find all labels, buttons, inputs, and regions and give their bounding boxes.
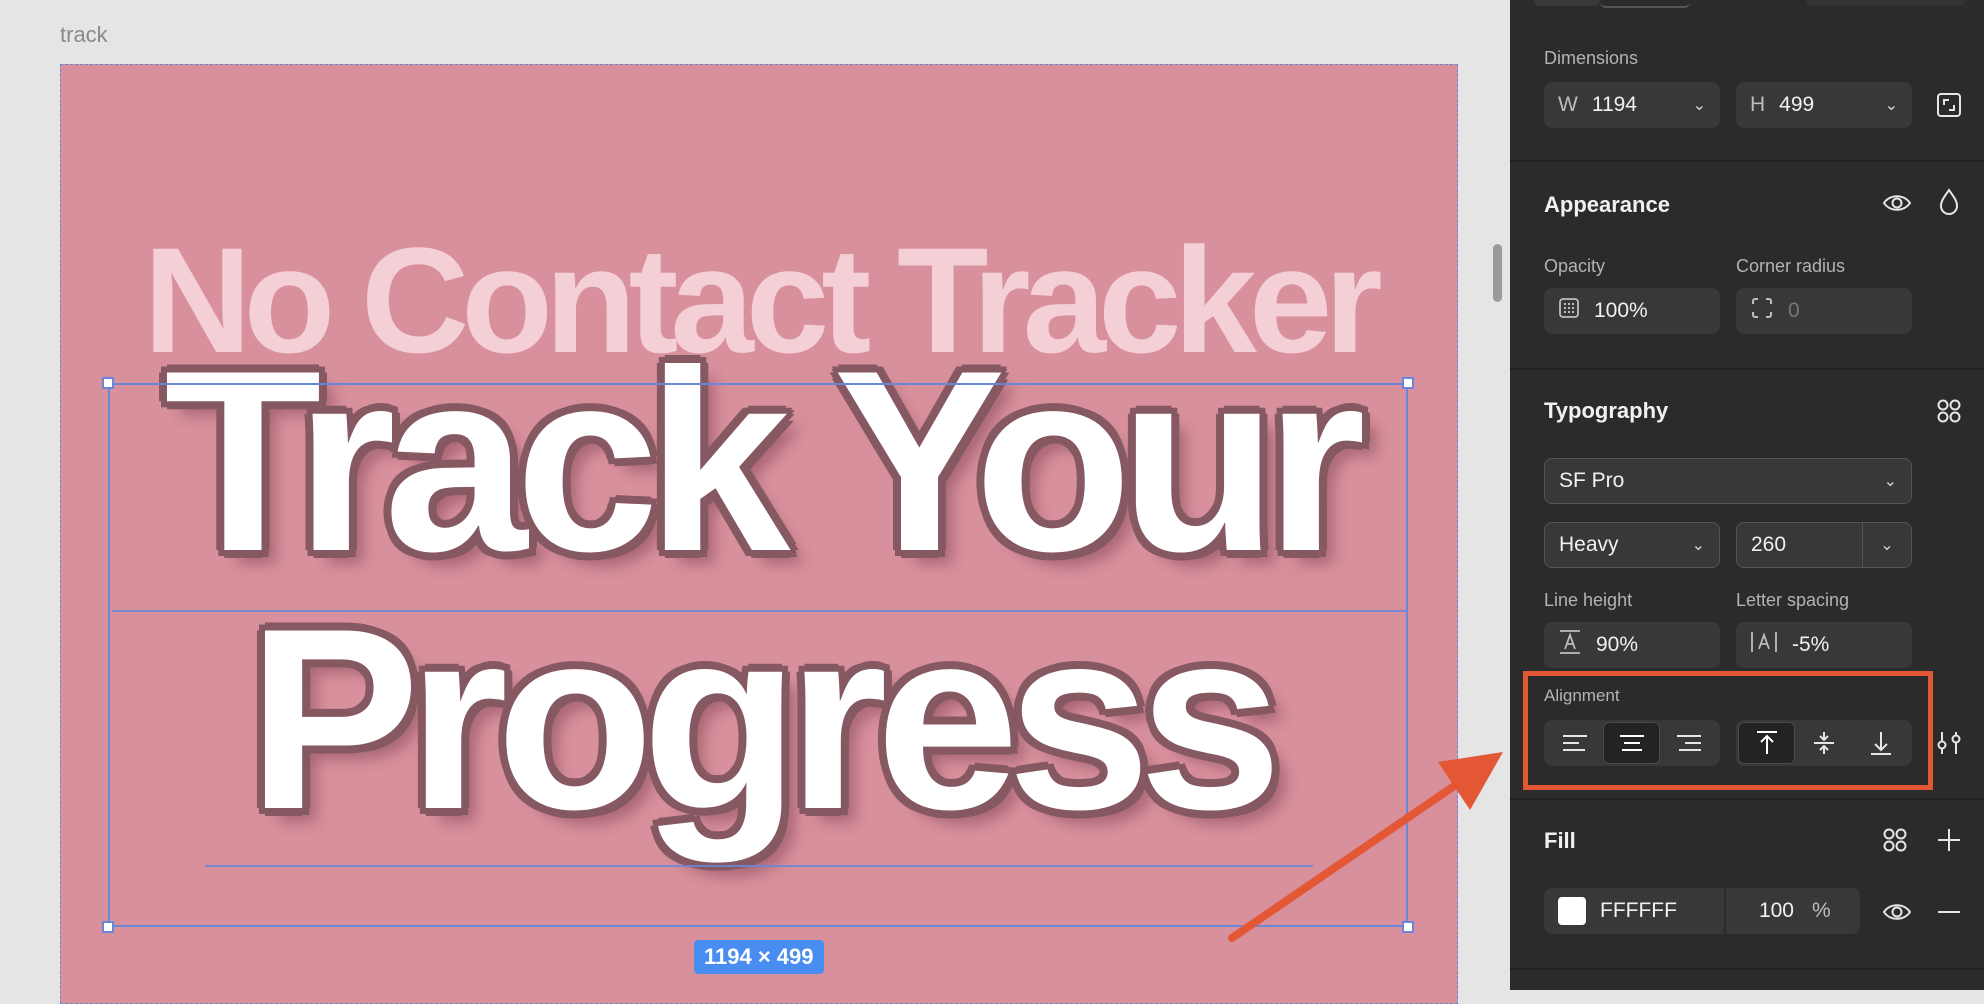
opacity-grid-icon bbox=[1558, 297, 1580, 325]
line-height-value: 90% bbox=[1596, 633, 1639, 656]
height-field[interactable]: H 499 ⌄ bbox=[1736, 82, 1912, 128]
letter-spacing-value: -5% bbox=[1792, 633, 1830, 656]
font-size-field[interactable]: 260 ⌄ bbox=[1736, 522, 1912, 568]
properties-panel: Dimensions W 1194 ⌄ H 499 ⌄ Appearance O… bbox=[1510, 0, 1984, 990]
resize-handle-top-left[interactable] bbox=[102, 377, 114, 389]
section-divider bbox=[1510, 798, 1984, 800]
remove-icon[interactable] bbox=[1934, 897, 1964, 927]
dimensions-label: Dimensions bbox=[1544, 48, 1639, 68]
chevron-down-icon[interactable]: ⌄ bbox=[1692, 535, 1705, 555]
panel-top-tabs bbox=[1510, 0, 1984, 18]
letter-spacing-field[interactable]: -5% bbox=[1736, 622, 1912, 668]
resize-constraints-icon[interactable] bbox=[1934, 90, 1964, 120]
font-weight-value: Heavy bbox=[1559, 533, 1619, 556]
corner-radius-icon bbox=[1750, 296, 1774, 326]
chevron-down-icon[interactable]: ⌄ bbox=[1884, 471, 1897, 491]
fill-color-swatch[interactable] bbox=[1558, 897, 1586, 925]
line-height-label: Line height bbox=[1544, 590, 1633, 610]
resize-handle-bottom-left[interactable] bbox=[102, 921, 114, 933]
typography-title: Typography bbox=[1544, 398, 1669, 423]
width-value: 1194 bbox=[1591, 93, 1637, 116]
letter-spacing-label: Letter spacing bbox=[1736, 590, 1850, 610]
alignment-highlight-box bbox=[1523, 671, 1933, 790]
styles-grid-icon[interactable] bbox=[1880, 825, 1910, 855]
section-divider bbox=[1510, 160, 1984, 162]
fill-title: Fill bbox=[1544, 828, 1576, 853]
fill-color-field[interactable]: FFFFFF 100 % bbox=[1544, 888, 1860, 934]
chevron-down-icon[interactable]: ⌄ bbox=[1885, 95, 1898, 115]
canvas-scrollbar[interactable] bbox=[1493, 244, 1502, 302]
baseline-guide bbox=[112, 610, 1407, 612]
opacity-label: Opacity bbox=[1544, 256, 1606, 276]
corner-radius-field[interactable]: 0 bbox=[1736, 288, 1912, 334]
width-prefix: W bbox=[1558, 93, 1578, 116]
opacity-field[interactable]: 100% bbox=[1544, 288, 1720, 334]
eye-icon[interactable] bbox=[1880, 897, 1914, 927]
tab-stub[interactable] bbox=[1534, 0, 1600, 6]
line-height-field[interactable]: 90% bbox=[1544, 622, 1720, 668]
tab-stub[interactable] bbox=[1806, 0, 1966, 6]
font-family-value: SF Pro bbox=[1559, 469, 1625, 492]
section-divider bbox=[1510, 368, 1984, 370]
font-family-select[interactable]: SF Pro ⌄ bbox=[1544, 458, 1912, 504]
resize-handle-bottom-right[interactable] bbox=[1402, 921, 1414, 933]
frame-label[interactable]: track bbox=[60, 22, 108, 48]
field-divider bbox=[1724, 888, 1726, 934]
fill-opacity-percent: % bbox=[1812, 899, 1831, 922]
size-badge: 1194 × 499 bbox=[694, 940, 824, 974]
height-value: 499 bbox=[1779, 93, 1815, 116]
width-field[interactable]: W 1194 ⌄ bbox=[1544, 82, 1720, 128]
opacity-value: 100% bbox=[1594, 299, 1648, 322]
fill-hex-value: FFFFFF bbox=[1600, 899, 1677, 922]
font-weight-select[interactable]: Heavy ⌄ bbox=[1544, 522, 1720, 568]
eye-icon[interactable] bbox=[1880, 188, 1914, 218]
headline-line-1[interactable]: Track Your bbox=[60, 328, 1458, 593]
height-prefix: H bbox=[1750, 93, 1766, 116]
text-settings-icon[interactable] bbox=[1934, 728, 1964, 758]
section-divider bbox=[1510, 968, 1984, 970]
design-canvas[interactable]: track No Contact Tracker Track Your Prog… bbox=[0, 0, 1510, 1004]
corner-radius-label: Corner radius bbox=[1736, 256, 1846, 276]
styles-grid-icon[interactable] bbox=[1934, 396, 1964, 426]
chevron-down-icon[interactable]: ⌄ bbox=[1862, 523, 1911, 567]
corner-radius-value: 0 bbox=[1788, 299, 1800, 322]
baseline-guide bbox=[205, 865, 1313, 867]
chevron-down-icon[interactable]: ⌄ bbox=[1693, 95, 1706, 115]
add-icon[interactable] bbox=[1934, 825, 1964, 855]
fill-opacity-value: 100 bbox=[1758, 899, 1794, 922]
tab-stub[interactable] bbox=[1600, 0, 1690, 8]
headline-line-2[interactable]: Progress bbox=[60, 586, 1458, 851]
line-height-icon bbox=[1558, 629, 1582, 661]
resize-handle-top-right[interactable] bbox=[1402, 377, 1414, 389]
appearance-title: Appearance bbox=[1544, 192, 1670, 217]
letter-spacing-icon bbox=[1750, 630, 1778, 660]
droplet-icon[interactable] bbox=[1934, 186, 1964, 218]
font-size-value: 260 bbox=[1751, 533, 1787, 556]
